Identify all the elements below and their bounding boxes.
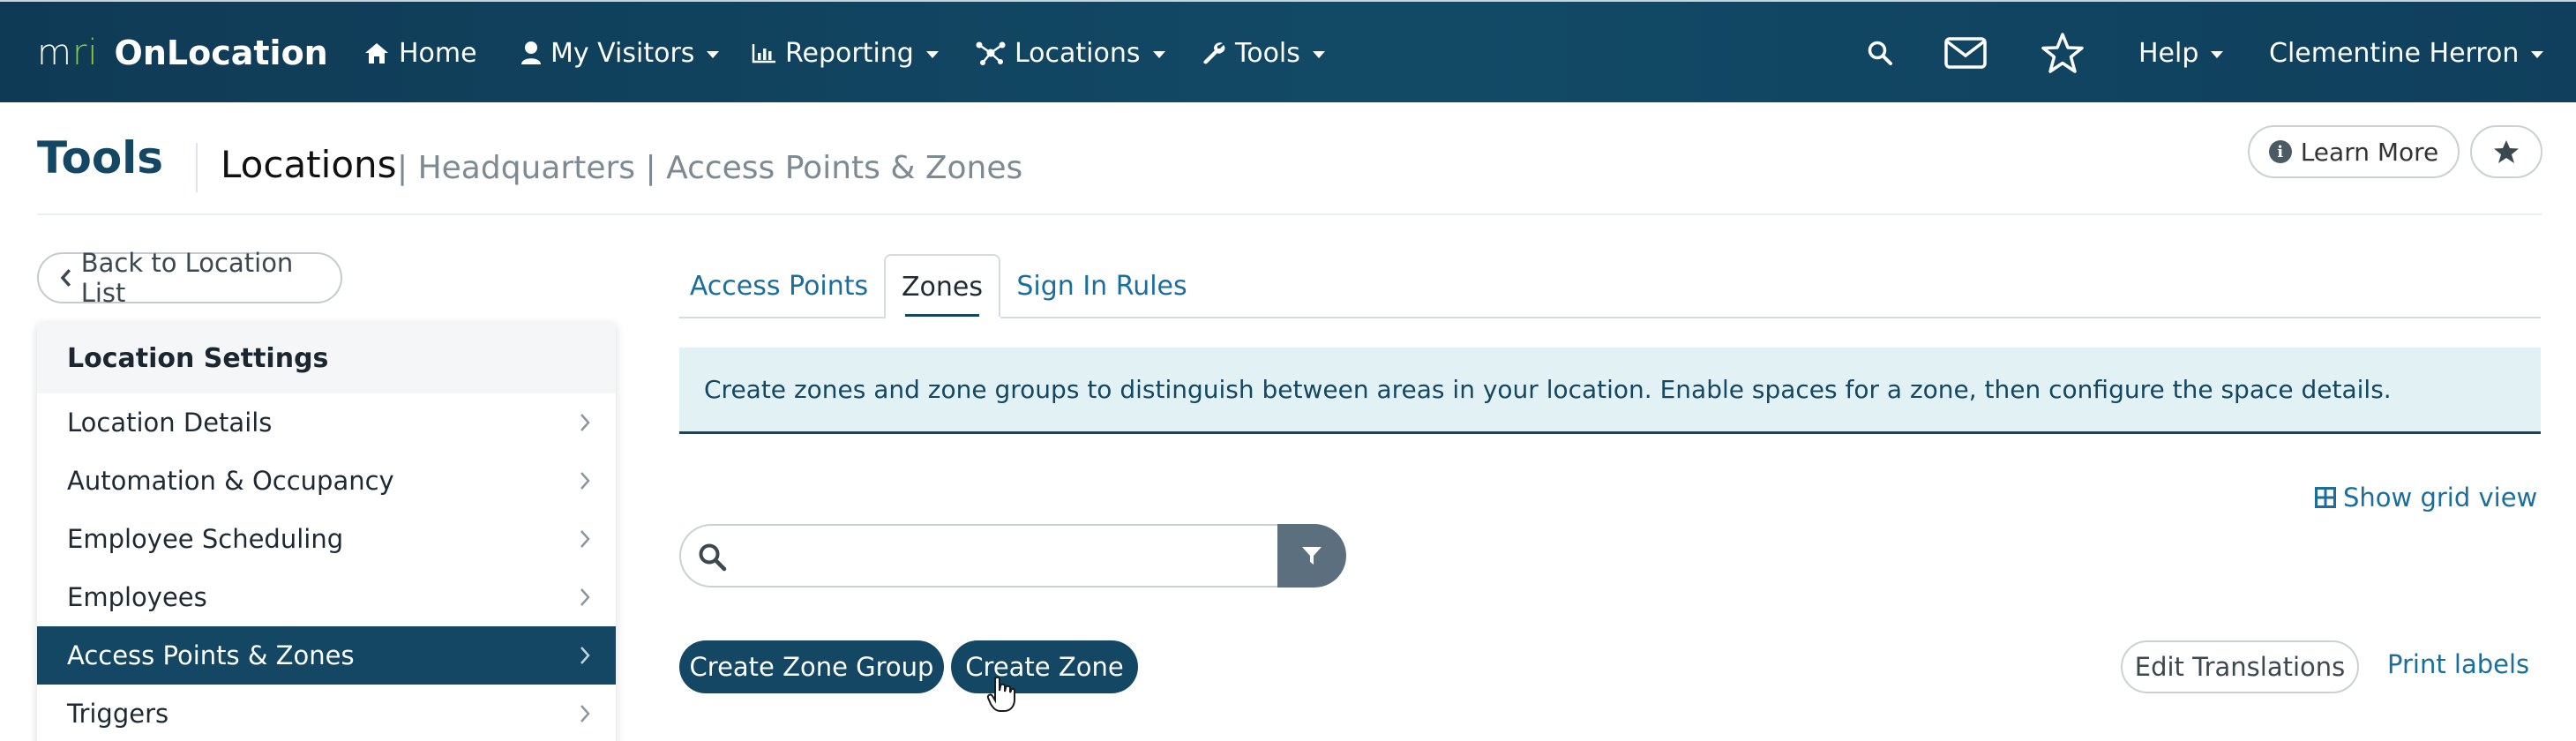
search-icon — [699, 543, 727, 572]
zone-search — [679, 524, 1279, 588]
star-icon — [2041, 33, 2084, 73]
filter-button[interactable] — [1277, 524, 1346, 588]
tab-sign-in-rules-label: Sign In Rules — [1016, 270, 1187, 302]
sidebar-item-label: Automation & Occupancy — [67, 466, 394, 496]
network-icon — [976, 41, 1006, 65]
sidebar-item-triggers[interactable]: Triggers — [37, 685, 616, 741]
hand-cursor-icon — [986, 676, 1015, 712]
bar-chart-icon — [752, 44, 775, 64]
top-navigation-bar: mri OnLocation Home My Visitors Reportin… — [0, 0, 2576, 102]
nav-home-label: Home — [399, 37, 477, 69]
create-zone-group-label: Create Zone Group — [689, 652, 934, 682]
chevron-down-icon — [925, 51, 939, 58]
active-tab-gap — [886, 317, 1000, 318]
nav-tools[interactable]: Tools — [1202, 30, 1325, 76]
breadcrumb-locations: Locations — [221, 143, 397, 186]
brand-logo[interactable]: mri OnLocation — [37, 28, 328, 78]
grid-icon — [2315, 487, 2336, 508]
location-settings-menu: Location Settings Location Details Autom… — [37, 323, 616, 741]
sidebar-item-access-points-zones[interactable]: Access Points & Zones — [37, 626, 616, 685]
edit-translations-label: Edit Translations — [2134, 652, 2346, 682]
create-zone-group-button[interactable]: Create Zone Group — [679, 640, 944, 693]
print-labels-label: Print labels — [2387, 649, 2530, 679]
nav-my-visitors-label: My Visitors — [550, 37, 695, 69]
user-menu[interactable]: Clementine Herron — [2269, 30, 2544, 76]
nav-help-label: Help — [2138, 37, 2199, 69]
info-icon: i — [2268, 140, 2292, 163]
add-favorite-button[interactable] — [2470, 125, 2542, 178]
star-icon — [2494, 140, 2519, 163]
chevron-down-icon — [707, 51, 720, 58]
app-name: OnLocation — [114, 34, 328, 72]
search-button[interactable] — [1867, 30, 1902, 76]
nav-locations[interactable]: Locations — [976, 30, 1165, 76]
print-labels-link[interactable]: Print labels — [2387, 649, 2529, 679]
chevron-left-icon — [60, 269, 71, 287]
chevron-right-icon — [580, 472, 590, 490]
tab-access-points[interactable]: Access Points — [679, 254, 879, 318]
nav-tools-label: Tools — [1235, 37, 1300, 69]
search-icon — [1868, 41, 1892, 65]
sidebar-item-label: Access Points & Zones — [67, 640, 355, 670]
wrench-icon — [1203, 42, 1225, 64]
filter-icon — [1302, 547, 1322, 565]
show-grid-view-label: Show grid view — [2343, 483, 2538, 513]
chevron-right-icon — [580, 530, 590, 548]
chevron-right-icon — [580, 705, 590, 722]
back-label: Back to Location List — [80, 248, 294, 308]
sidebar-item-automation-occupancy[interactable]: Automation & Occupancy — [37, 452, 616, 510]
sidebar-item-label: Employee Scheduling — [67, 524, 344, 554]
breadcrumb-trail: | Headquarters | Access Points & Zones — [397, 150, 1023, 186]
chevron-down-icon — [2211, 51, 2224, 58]
sidebar-item-location-details[interactable]: Location Details — [37, 393, 616, 452]
header-divider — [37, 213, 2542, 215]
back-to-location-list-button[interactable]: Back to Location List — [37, 248, 342, 308]
sidebar-item-employees[interactable]: Employees — [37, 568, 616, 626]
envelope-icon — [1944, 37, 1987, 69]
edit-translations-button[interactable]: Edit Translations — [2121, 640, 2359, 693]
chevron-down-icon — [2531, 51, 2544, 58]
create-zone-button[interactable]: Create Zone — [951, 640, 1138, 693]
nav-help[interactable]: Help — [2138, 30, 2224, 76]
home-icon — [365, 43, 388, 64]
nav-reporting[interactable]: Reporting — [752, 30, 939, 76]
sidebar-item-label: Triggers — [67, 699, 169, 729]
mri-logo: mri — [37, 33, 99, 73]
show-grid-view-link[interactable]: Show grid view — [2315, 480, 2537, 515]
info-banner-text: Create zones and zone groups to distingu… — [704, 375, 2392, 404]
tab-sign-in-rules[interactable]: Sign In Rules — [1007, 254, 1196, 318]
location-settings-title: Location Settings — [37, 323, 616, 393]
sidebar-item-label: Employees — [67, 582, 207, 612]
favorites-button[interactable] — [2040, 30, 2094, 76]
chevron-down-icon — [1152, 51, 1165, 58]
nav-reporting-label: Reporting — [785, 37, 914, 69]
nav-home[interactable]: Home — [363, 30, 477, 76]
chevron-right-icon — [580, 414, 590, 431]
title-divider — [196, 143, 198, 192]
info-banner: Create zones and zone groups to distingu… — [679, 348, 2541, 434]
messages-button[interactable] — [1944, 30, 1996, 76]
chevron-right-icon — [580, 588, 590, 606]
sidebar-item-label: Location Details — [67, 408, 273, 438]
search-input[interactable] — [743, 535, 1263, 577]
chevron-down-icon — [1312, 51, 1325, 58]
user-name: Clementine Herron — [2269, 37, 2520, 69]
sidebar-item-employee-scheduling[interactable]: Employee Scheduling — [37, 510, 616, 568]
learn-more-button[interactable]: i Learn More — [2248, 125, 2460, 178]
page-title: Tools — [37, 132, 164, 183]
nav-my-visitors[interactable]: My Visitors — [520, 30, 720, 76]
tab-zones-label: Zones — [901, 271, 983, 303]
nav-locations-label: Locations — [1015, 37, 1141, 69]
tab-zones[interactable]: Zones — [884, 254, 1000, 318]
user-icon — [521, 41, 541, 64]
chevron-right-icon — [580, 647, 590, 664]
tab-access-points-label: Access Points — [689, 270, 869, 302]
learn-more-label: Learn More — [2300, 137, 2439, 167]
